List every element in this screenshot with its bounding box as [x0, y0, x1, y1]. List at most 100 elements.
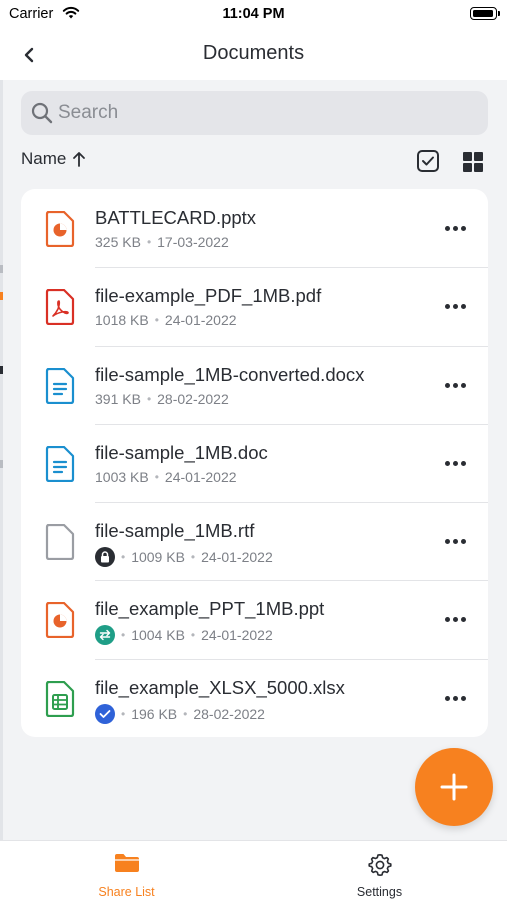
- navigation-bar: Documents: [0, 30, 507, 80]
- arrow-up-icon: [73, 152, 86, 167]
- tab-settings[interactable]: Settings: [253, 841, 506, 900]
- clock: 11:04 PM: [222, 6, 285, 22]
- select-mode-button[interactable]: [417, 150, 439, 172]
- file-row[interactable]: file-sample_1MB.doc 1003 KB • 24-01-2022: [21, 423, 488, 502]
- pdf-icon: [45, 289, 75, 326]
- ellipsis-icon-dot: [445, 617, 450, 623]
- file-date: 24-01-2022: [201, 627, 273, 644]
- file-name: file-sample_1MB.doc: [95, 441, 268, 463]
- ellipsis-icon-dot: [445, 226, 450, 231]
- battery-icon: [470, 7, 500, 20]
- add-file-button[interactable]: [415, 748, 493, 826]
- file-date: 24-01-2022: [164, 312, 237, 329]
- file-row[interactable]: file_example_XLSX_5000.xlsx • 196 KB • 28-02…: [21, 658, 488, 737]
- file-date: 24-01-2022: [201, 549, 273, 566]
- document-icon: [45, 445, 75, 482]
- separator-dot: •: [146, 391, 152, 406]
- ellipsis-icon-dot: [453, 695, 458, 701]
- blank-file-icon: [45, 524, 75, 561]
- more-options-button[interactable]: [445, 617, 466, 623]
- separator-dot: •: [183, 706, 188, 721]
- separator-dot: •: [121, 550, 126, 565]
- sort-toolbar: Name: [21, 146, 488, 176]
- file-row[interactable]: file-sample_1MB.rtf • 1009 KB • 24-01-2022: [21, 502, 488, 580]
- tab-share-list[interactable]: Share List: [0, 841, 253, 900]
- more-options-button[interactable]: [445, 304, 466, 310]
- file-date: 17-03-2022: [157, 234, 229, 250]
- sidebar-edge-mark: [0, 292, 3, 300]
- file-size: 391 KB: [95, 390, 141, 407]
- more-options-button[interactable]: [445, 226, 466, 231]
- sync-icon: [95, 625, 115, 646]
- ellipsis-icon-dot: [445, 304, 450, 310]
- file-meta: • 1004 KB • 24-01-2022: [95, 625, 273, 646]
- ellipsis-icon-dot: [453, 382, 458, 388]
- check-icon: [95, 703, 115, 724]
- document-icon: [45, 367, 75, 404]
- presentation-icon: [45, 602, 75, 639]
- separator-dot: •: [154, 469, 159, 484]
- file-row[interactable]: file-sample_1MB-converted.docx 391 KB • 28-…: [21, 345, 488, 424]
- file-size: 1009 KB: [131, 549, 185, 566]
- grid-icon-cell: [474, 152, 483, 161]
- more-options-button[interactable]: [445, 460, 466, 466]
- file-meta: • 1009 KB • 24-01-2022: [95, 547, 273, 568]
- ellipsis-icon-dot: [445, 695, 450, 701]
- ellipsis-icon-dot: [453, 460, 458, 466]
- file-meta: 1018 KB • 24-01-2022: [95, 312, 237, 328]
- search-bar[interactable]: [21, 91, 488, 135]
- sidebar-edge-mark: [0, 265, 3, 273]
- checkbox-icon: [422, 156, 434, 166]
- file-list: BATTLECARD.pptx 325 KB • 17-03-2022 file-exa…: [21, 189, 488, 738]
- file-meta: 325 KB • 17-03-2022: [95, 234, 229, 250]
- lock-icon: [95, 547, 115, 568]
- folder-icon: [0, 853, 253, 873]
- tab-bar: Share List Settings: [0, 840, 507, 900]
- status-bar: Carrier 11:04 PM: [0, 0, 507, 30]
- file-size: 325 KB: [95, 234, 141, 250]
- search-input[interactable]: [58, 91, 458, 135]
- tab-label: Share List: [98, 885, 155, 899]
- more-options-button[interactable]: [445, 539, 466, 545]
- spreadsheet-icon: [45, 680, 75, 717]
- ellipsis-icon-dot: [445, 382, 450, 388]
- ellipsis-icon-dot: [461, 460, 466, 466]
- gear-icon: [253, 853, 506, 877]
- grid-icon-cell: [463, 163, 472, 172]
- more-options-button[interactable]: [445, 695, 466, 701]
- sidebar-edge: [0, 80, 3, 840]
- file-row[interactable]: file_example_PPT_1MB.ppt • 1004 KB • 24-01-2…: [21, 580, 488, 658]
- grid-view-button[interactable]: [463, 152, 483, 172]
- file-meta: 1003 KB • 24-01-2022: [95, 469, 237, 485]
- separator-dot: •: [121, 706, 126, 721]
- file-date: 28-02-2022: [157, 390, 229, 407]
- ellipsis-icon-dot: [461, 617, 466, 623]
- file-size: 196 KB: [131, 705, 178, 722]
- file-size: 1003 KB: [95, 468, 149, 485]
- separator-dot: •: [146, 235, 152, 249]
- more-options-button[interactable]: [445, 382, 466, 388]
- file-name: file-sample_1MB.rtf: [95, 520, 255, 542]
- ellipsis-icon-dot: [445, 460, 450, 466]
- separator-dot: •: [190, 628, 196, 643]
- file-meta: 391 KB • 28-02-2022: [95, 391, 229, 407]
- file-date: 24-01-2022: [164, 468, 237, 485]
- file-row[interactable]: BATTLECARD.pptx 325 KB • 17-03-2022: [21, 189, 488, 267]
- sidebar-edge-mark: [0, 460, 3, 468]
- ellipsis-icon-dot: [461, 304, 466, 310]
- presentation-icon: [45, 210, 75, 248]
- tab-label: Settings: [356, 885, 403, 899]
- grid-icon-cell: [463, 152, 472, 161]
- sort-label: Name: [21, 149, 67, 168]
- page-title: Documents: [202, 42, 305, 64]
- file-row[interactable]: file-example_PDF_1MB.pdf 1018 KB • 24-01-20…: [21, 267, 488, 345]
- ellipsis-icon-dot: [461, 695, 466, 701]
- file-name: file_example_PPT_1MB.ppt: [95, 598, 325, 620]
- ellipsis-icon-dot: [453, 617, 458, 623]
- ellipsis-icon-dot: [453, 226, 458, 231]
- grid-icon-cell: [474, 163, 483, 172]
- sort-by-name-button[interactable]: Name: [21, 149, 86, 169]
- separator-dot: •: [154, 313, 159, 328]
- file-name: file_example_XLSX_5000.xlsx: [95, 676, 345, 698]
- file-name: BATTLECARD.pptx: [95, 207, 257, 228]
